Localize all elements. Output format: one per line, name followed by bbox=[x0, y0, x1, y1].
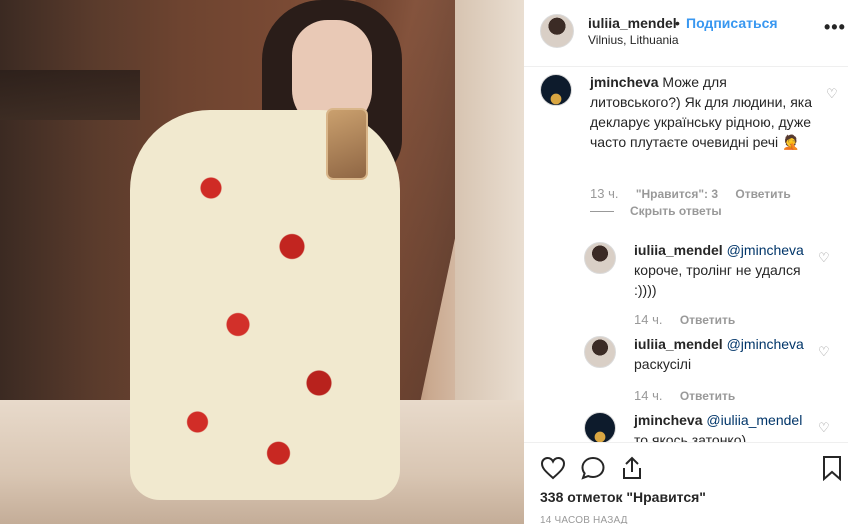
comment-time[interactable]: 13 ч. bbox=[590, 186, 618, 201]
commenter-avatar[interactable] bbox=[540, 74, 572, 106]
reply-avatar[interactable] bbox=[584, 242, 616, 274]
like-reply-heart-icon[interactable]: ♡ bbox=[818, 251, 830, 264]
comment-username[interactable]: jmincheva bbox=[590, 74, 658, 90]
hide-replies-line bbox=[590, 211, 614, 213]
like-comment-heart-icon[interactable]: ♡ bbox=[826, 87, 838, 100]
comment-likes-count[interactable]: "Нравится": 3 bbox=[636, 187, 718, 201]
post-footer: 338 отметок "Нравится" 14 часов назад bbox=[524, 442, 848, 524]
reply-body: iuliia_mendel @jmincheva раскусілі bbox=[634, 334, 814, 374]
like-reply-heart-icon[interactable]: ♡ bbox=[818, 345, 830, 358]
comment-icon[interactable] bbox=[580, 456, 606, 480]
reply-item: jmincheva @iuliia_mendel то якось затонк… bbox=[584, 412, 840, 442]
reply-mention[interactable]: @iuliia_mendel bbox=[706, 412, 802, 428]
reply-button[interactable]: Ответить bbox=[735, 187, 790, 201]
reply-meta: 14 ч. Ответить bbox=[634, 312, 834, 327]
reply-item: iuliia_mendel @jmincheva короче, тролінг… bbox=[584, 242, 840, 332]
post-side-panel: iuliia_mendel • Подписаться Vilnius, Lit… bbox=[524, 0, 848, 524]
author-avatar[interactable] bbox=[540, 14, 574, 48]
reply-username[interactable]: jmincheva bbox=[634, 412, 702, 428]
reply-text: то якось затонко) bbox=[634, 432, 747, 442]
reply-avatar[interactable] bbox=[584, 336, 616, 368]
post-time[interactable]: 14 часов назад bbox=[540, 515, 628, 524]
reply-avatar[interactable] bbox=[584, 412, 616, 442]
reply-button[interactable]: Ответить bbox=[680, 313, 735, 327]
reply-body: jmincheva @iuliia_mendel то якось затонк… bbox=[634, 410, 814, 442]
photo-shelf bbox=[0, 70, 140, 120]
likes-count[interactable]: 338 отметок "Нравится" bbox=[540, 489, 706, 505]
reply-mention[interactable]: @jmincheva bbox=[727, 336, 804, 352]
reply-item: iuliia_mendel @jmincheva раскусілі ♡ 14 … bbox=[584, 336, 840, 406]
comment-body: jmincheva Може для литовського?) Як для … bbox=[590, 72, 812, 152]
hide-replies-label: Скрыть ответы bbox=[630, 204, 722, 218]
hide-replies-button[interactable]: Скрыть ответы bbox=[590, 204, 722, 218]
photo-phone bbox=[326, 108, 368, 180]
heart-icon[interactable] bbox=[540, 456, 566, 480]
reply-username[interactable]: iuliia_mendel bbox=[634, 242, 723, 258]
reply-time[interactable]: 14 ч. bbox=[634, 388, 662, 403]
follow-button[interactable]: Подписаться bbox=[686, 15, 778, 31]
reply-button[interactable]: Ответить bbox=[680, 389, 735, 403]
reply-time[interactable]: 14 ч. bbox=[634, 312, 662, 327]
post-header: iuliia_mendel • Подписаться Vilnius, Lit… bbox=[524, 0, 848, 67]
reply-mention[interactable]: @jmincheva bbox=[727, 242, 804, 258]
post-location[interactable]: Vilnius, Lithuania bbox=[588, 33, 679, 47]
author-username[interactable]: iuliia_mendel bbox=[588, 15, 677, 31]
reply-text: короче, тролінг не удался :)))) bbox=[634, 262, 801, 298]
reply-body: iuliia_mendel @jmincheva короче, тролінг… bbox=[634, 240, 814, 300]
bookmark-icon[interactable] bbox=[822, 455, 842, 481]
post-photo[interactable] bbox=[0, 0, 524, 524]
comments-list[interactable]: jmincheva Може для литовського?) Як для … bbox=[524, 68, 848, 442]
reply-username[interactable]: iuliia_mendel bbox=[634, 336, 723, 352]
more-options-icon[interactable]: ••• bbox=[824, 18, 846, 36]
reply-meta: 14 ч. Ответить bbox=[634, 388, 834, 403]
share-icon[interactable] bbox=[620, 455, 644, 481]
comment-item: jmincheva Може для литовського?) Як для … bbox=[540, 74, 840, 204]
header-separator: • bbox=[675, 15, 680, 31]
like-reply-heart-icon[interactable]: ♡ bbox=[818, 421, 830, 434]
comment-meta: 13 ч. "Нравится": 3 Ответить bbox=[590, 186, 840, 201]
reply-text: раскусілі bbox=[634, 356, 692, 372]
